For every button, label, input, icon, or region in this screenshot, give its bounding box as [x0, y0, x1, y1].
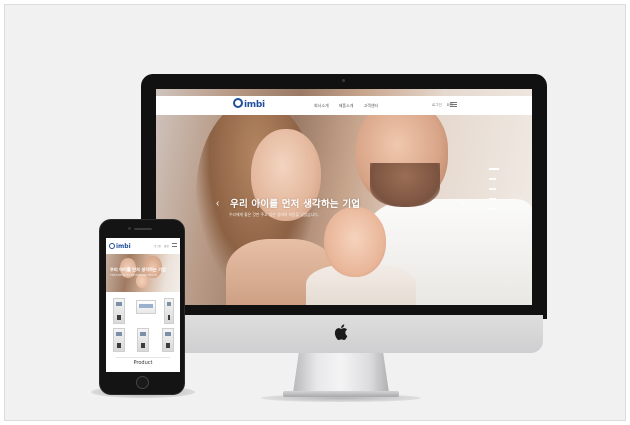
- site-logo-text: imbi: [244, 100, 265, 110]
- site-header: imbi 회사소개 제품소개 고객센터 로그인 회원: [156, 96, 532, 115]
- product-card[interactable]: [113, 298, 125, 324]
- desktop-screen: imbi 회사소개 제품소개 고객센터 로그인 회원 ‹ 우리 아이를 먼저 생…: [156, 89, 532, 305]
- slide-indicators: [489, 168, 499, 210]
- hamburger-menu-icon[interactable]: [450, 102, 457, 107]
- mobile-phone: imbi 로그인 회원 우리 아이를 먼저 생각하는 기업 우리에게 좋은 것만…: [99, 219, 185, 395]
- section-divider: [116, 357, 170, 358]
- product-card[interactable]: [162, 328, 174, 352]
- slide-indicator[interactable]: [489, 188, 496, 190]
- chevron-left-icon[interactable]: ‹: [216, 199, 219, 209]
- mockup-frame: imbi 회사소개 제품소개 고객센터 로그인 회원 ‹ 우리 아이를 먼저 생…: [4, 4, 626, 421]
- hero-subtitle: 우리에게 좋은 것만 주고 싶은 엄마의 마음을 담았습니다.: [229, 212, 319, 217]
- desktop-monitor: imbi 회사소개 제품소개 고객센터 로그인 회원 ‹ 우리 아이를 먼저 생…: [141, 74, 547, 319]
- mobile-login-link[interactable]: 로그인: [154, 244, 161, 248]
- chevron-right-icon[interactable]: ›: [461, 199, 464, 209]
- slide-indicator[interactable]: [489, 178, 496, 180]
- product-card[interactable]: [164, 298, 174, 324]
- hero-photo-man-beard: [370, 163, 440, 207]
- product-section-title: Product: [133, 360, 153, 366]
- mobile-hero-subtitle: 우리에게 좋은 것만 주고 싶은 엄마의 마음을 담았습니다.: [110, 275, 158, 277]
- phone-camera: [128, 227, 131, 230]
- monitor-base: [283, 391, 399, 397]
- login-link[interactable]: 로그인: [432, 103, 442, 108]
- slide-indicator[interactable]: [489, 208, 496, 210]
- apple-logo-icon: [334, 324, 348, 341]
- logo-s-icon: [109, 243, 115, 249]
- product-card[interactable]: [113, 328, 125, 352]
- product-card[interactable]: [137, 328, 149, 352]
- site-logo[interactable]: imbi: [233, 98, 265, 110]
- mobile-member-link[interactable]: 회원: [164, 244, 169, 248]
- hero-title: 우리 아이를 먼저 생각하는 기업: [230, 199, 361, 210]
- nav-item-products[interactable]: 제품소개: [339, 103, 354, 109]
- slide-indicator[interactable]: [489, 168, 499, 170]
- webcam: [342, 79, 345, 82]
- nav-item-support[interactable]: 고객센터: [363, 103, 378, 109]
- mobile-hero: 우리 아이를 먼저 생각하는 기업 우리에게 좋은 것만 주고 싶은 엄마의 마…: [106, 254, 180, 292]
- mobile-hero-title: 우리 아이를 먼저 생각하는 기업: [110, 267, 166, 272]
- mobile-logo[interactable]: imbi: [109, 243, 131, 250]
- mobile-header-utility: 로그인 회원: [154, 244, 169, 248]
- nav-item-about[interactable]: 회사소개: [314, 103, 329, 109]
- phone-speaker: [134, 228, 152, 230]
- hero-photo-baby-face: [324, 207, 386, 277]
- home-button[interactable]: [136, 376, 149, 389]
- hamburger-menu-icon[interactable]: [172, 243, 177, 247]
- mobile-logo-text: imbi: [116, 243, 131, 250]
- product-card[interactable]: [136, 300, 156, 314]
- slide-indicator[interactable]: [489, 198, 496, 200]
- main-nav: 회사소개 제품소개 고객센터: [314, 103, 378, 109]
- monitor-chin: [137, 315, 543, 353]
- logo-s-icon: [233, 98, 243, 108]
- mobile-product-grid: [106, 296, 180, 354]
- monitor-stand: [293, 353, 389, 393]
- mobile-screen: imbi 로그인 회원 우리 아이를 먼저 생각하는 기업 우리에게 좋은 것만…: [106, 238, 180, 372]
